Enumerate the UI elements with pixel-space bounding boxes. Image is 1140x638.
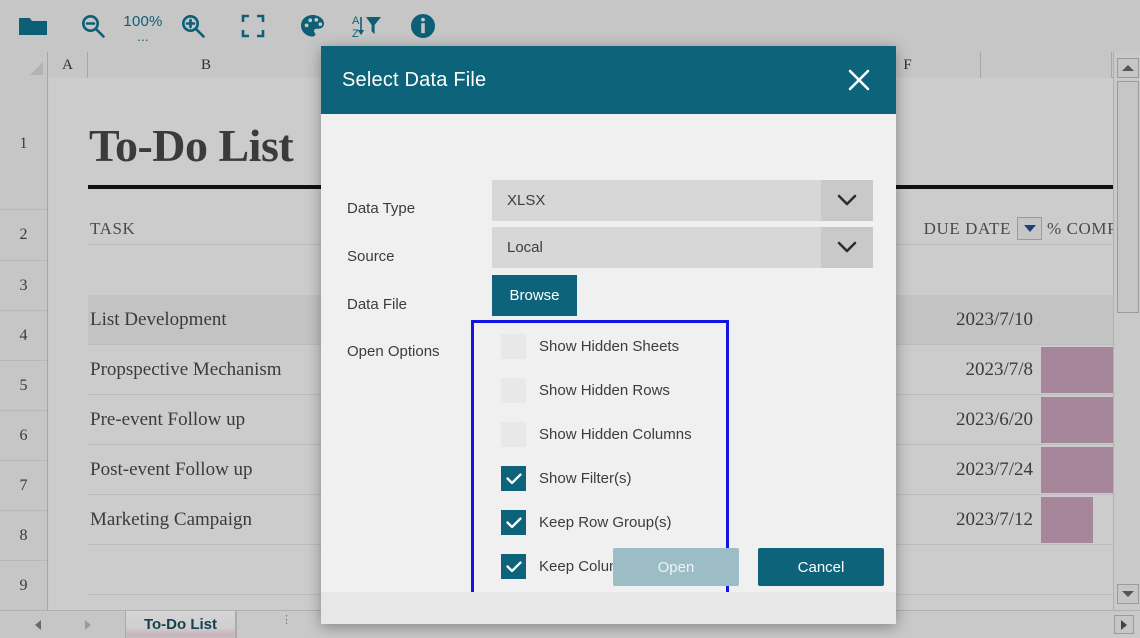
dialog-footer: Open Cancel [321,548,896,624]
source-select[interactable]: Local [492,227,873,268]
data-type-label: Data Type [347,200,416,217]
close-icon[interactable] [842,63,876,97]
option-show-hidden-columns[interactable]: Show Hidden Columns [501,422,692,447]
checkbox-unchecked-icon[interactable] [501,334,526,359]
dialog-title: Select Data File [342,68,487,91]
option-label: Show Hidden Rows [539,382,670,399]
option-label: Show Filter(s) [539,470,632,487]
checkbox-checked-icon[interactable] [501,466,526,491]
checkbox-checked-icon[interactable] [501,510,526,535]
chevron-down-icon[interactable] [821,180,873,221]
checkbox-checked-icon[interactable] [501,554,526,579]
open-options-label: Open Options [347,343,440,360]
option-label: Keep Row Group(s) [539,514,672,531]
checkbox-unchecked-icon[interactable] [501,378,526,403]
option-label: Show Hidden Columns [539,426,692,443]
chevron-down-icon[interactable] [821,227,873,268]
select-data-file-dialog: Select Data File Data Type XLSX Source L… [321,46,896,624]
data-file-label-wrap: Data File [347,296,407,313]
data-file-label: Data File [347,296,408,313]
application-window: 100% ... A Z A B F 1 2 3 4 5 6 7 8 9 To-… [0,0,1140,638]
data-type-select[interactable]: XLSX [492,180,873,221]
cancel-button[interactable]: Cancel [758,548,884,586]
open-button[interactable]: Open [613,548,739,586]
option-show-hidden-sheets[interactable]: Show Hidden Sheets [501,334,679,359]
source-label: Source [347,248,395,265]
option-label: Show Hidden Sheets [539,338,680,355]
option-keep-row-groups[interactable]: Keep Row Group(s) [501,510,672,535]
dialog-body: Data Type XLSX Source Local Data File Br… [321,114,896,599]
option-show-filters[interactable]: Show Filter(s) [501,466,632,491]
option-show-hidden-rows[interactable]: Show Hidden Rows [501,378,670,403]
checkbox-unchecked-icon[interactable] [501,422,526,447]
open-options-label-wrap: Open Options [347,343,440,360]
data-type-label-wrap: Data Type [347,200,415,217]
source-label-wrap: Source [347,248,395,265]
browse-button[interactable]: Browse [492,275,577,316]
dialog-header: Select Data File [321,46,896,114]
data-type-value: XLSX [507,192,546,209]
source-value: Local [507,239,543,256]
